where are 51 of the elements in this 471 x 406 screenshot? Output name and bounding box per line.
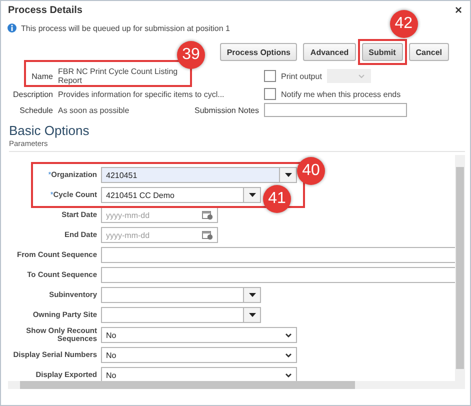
step-callout: 41 bbox=[263, 185, 291, 213]
choice-select[interactable]: No bbox=[101, 367, 297, 381]
text-field[interactable] bbox=[101, 267, 455, 283]
process-name: FBR NC Print Cycle Count Listing Report bbox=[58, 67, 179, 85]
field-label: Schedule bbox=[18, 106, 53, 114]
calendar-icon[interactable] bbox=[202, 230, 213, 240]
window-title: Process Details bbox=[8, 4, 82, 16]
dropdown-button[interactable] bbox=[244, 287, 261, 303]
chevron-icon bbox=[285, 372, 292, 378]
choice-select[interactable]: No bbox=[101, 347, 297, 363]
checkbox[interactable] bbox=[264, 70, 276, 82]
checkbox[interactable] bbox=[264, 88, 276, 100]
chevron-icon bbox=[358, 74, 365, 78]
section-title: Basic Options bbox=[8, 122, 90, 138]
parameter-field[interactable] bbox=[101, 307, 244, 323]
caret-icon bbox=[248, 313, 256, 317]
checkbox-label: Notify me when this process ends bbox=[281, 90, 401, 98]
chevron-icon bbox=[285, 332, 292, 338]
step-callout: 40 bbox=[297, 157, 325, 185]
step-callout: 39 bbox=[177, 41, 205, 69]
parameter-field[interactable]: 4210451 CC Demo bbox=[101, 187, 244, 203]
step-callout: 42 bbox=[390, 10, 418, 38]
description-text: Provides information for specific items to cycl... bbox=[58, 90, 226, 98]
action-button[interactable]: Cancel bbox=[408, 43, 449, 61]
action-button[interactable]: Process Options bbox=[220, 43, 298, 61]
action-button[interactable]: Advanced bbox=[303, 43, 356, 61]
parameter-field[interactable] bbox=[101, 287, 244, 303]
vertical-scrollbar[interactable] bbox=[455, 155, 465, 381]
field-label: Name bbox=[30, 72, 53, 80]
dropdown-button[interactable] bbox=[244, 187, 261, 203]
horizontal-scrollbar[interactable] bbox=[8, 381, 465, 389]
schedule-text: As soon as possible bbox=[58, 106, 130, 114]
info-icon bbox=[7, 23, 17, 33]
info-message: This process will be queued up for submission at position 1 bbox=[21, 24, 230, 32]
field-label: Submission Notes bbox=[194, 106, 259, 114]
highlight-frame bbox=[358, 39, 407, 65]
chevron-icon bbox=[285, 352, 292, 358]
dropdown-button[interactable] bbox=[280, 167, 297, 183]
dropdown-button[interactable] bbox=[244, 307, 261, 323]
caret-icon bbox=[248, 293, 256, 297]
notes-field[interactable] bbox=[264, 103, 407, 117]
caret-icon bbox=[248, 193, 256, 197]
choice-select[interactable]: No bbox=[101, 327, 297, 343]
parameter-field[interactable]: 4210451 bbox=[101, 167, 280, 183]
close-button[interactable]: × bbox=[454, 3, 462, 17]
checkbox-label: Print output bbox=[281, 72, 322, 80]
field-label: Description bbox=[12, 90, 53, 98]
text-field[interactable] bbox=[101, 247, 455, 263]
submit-button[interactable]: Submit bbox=[362, 43, 403, 61]
calendar-icon[interactable] bbox=[202, 210, 213, 220]
caret-icon bbox=[284, 173, 292, 177]
